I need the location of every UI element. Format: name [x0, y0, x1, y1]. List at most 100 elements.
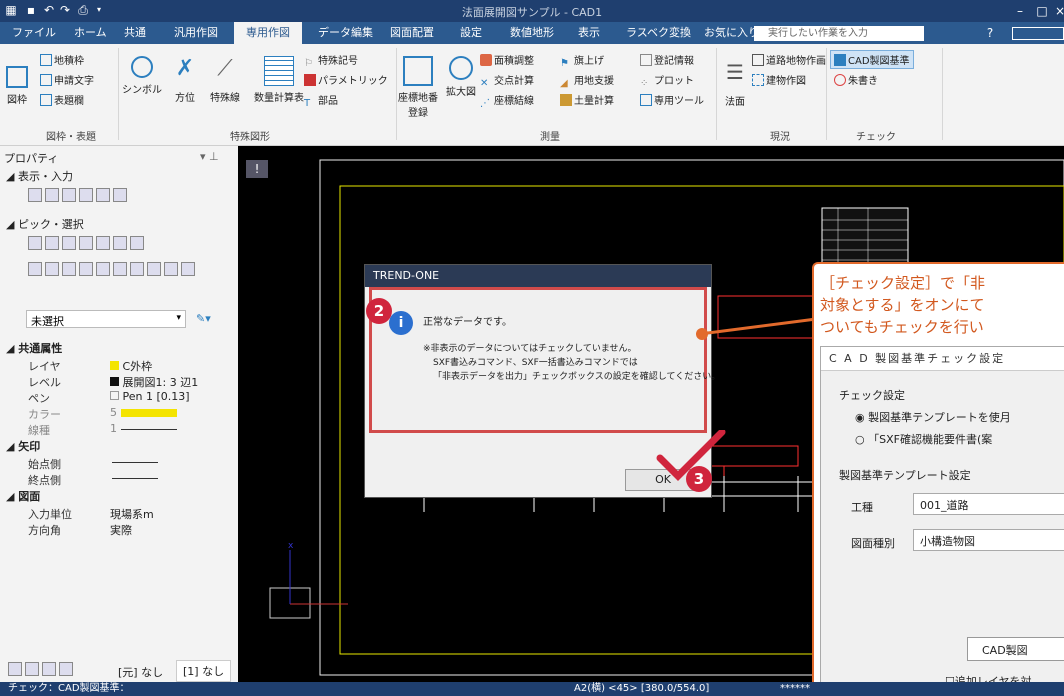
pen-icon[interactable]	[113, 188, 127, 202]
plot-button[interactable]: ⁘ プロット	[640, 72, 694, 90]
toki-button[interactable]: 登記情報	[640, 52, 694, 67]
section-common[interactable]: ◢ 共通属性	[6, 340, 62, 356]
search-input[interactable]: 実行したい作業を入力	[754, 26, 924, 41]
panel-pin-icon[interactable]: ▾ ⊥	[200, 150, 219, 163]
parametric-button[interactable]: パラメトリック	[304, 72, 388, 87]
houi-button[interactable]: ✗ 方位	[170, 56, 200, 104]
menu-home[interactable]: ホーム	[68, 22, 113, 44]
menu-settings[interactable]: 設定	[454, 22, 488, 44]
pick-toolbar-1[interactable]	[28, 236, 147, 250]
selection-dropdown[interactable]: 未選択 ▾	[26, 310, 186, 328]
menu-file[interactable]: ファイル	[6, 22, 62, 44]
radio-template[interactable]: ◉ 製図基準テンプレートを使月	[855, 409, 1011, 425]
select-icon[interactable]	[79, 262, 93, 276]
measure-icon[interactable]	[96, 188, 110, 202]
dosuryo-button[interactable]: 土量計算	[560, 92, 614, 107]
pick-icon[interactable]	[62, 236, 76, 250]
hyodai-button[interactable]: 表題欄	[40, 92, 84, 107]
tool-icon[interactable]	[28, 188, 42, 202]
select-icon[interactable]	[181, 262, 195, 276]
tool-icon[interactable]	[59, 662, 73, 676]
prop-value[interactable]: 5	[110, 406, 177, 419]
close-button[interactable]: ×	[1052, 4, 1064, 18]
arrow-line[interactable]	[112, 478, 158, 479]
senyo-tool-button[interactable]: 専用ツール	[640, 92, 704, 107]
tool-icon[interactable]	[25, 662, 39, 676]
select-icon[interactable]	[130, 262, 144, 276]
symbol-button[interactable]: シンボル	[122, 56, 162, 96]
layer-icon[interactable]	[79, 188, 93, 202]
section-display[interactable]: ◢ 表示・入力	[6, 168, 73, 184]
display-toolbar[interactable]	[28, 188, 130, 202]
select-icon[interactable]	[113, 262, 127, 276]
prop-value[interactable]: 展開図1: 3 辺1	[110, 374, 198, 390]
doro-button[interactable]: 道路地物作画	[752, 52, 826, 67]
pick-icon[interactable]	[130, 236, 144, 250]
bottom-toolbar[interactable]	[8, 662, 76, 676]
chiseki-button[interactable]: 地積枠	[40, 52, 84, 67]
zahyo-kessen-button[interactable]: ⋰ 座標結線	[480, 92, 534, 110]
suryo-button[interactable]: 数量計算表	[254, 56, 304, 104]
select-icon[interactable]	[147, 262, 161, 276]
section-drawing[interactable]: ◢ 図面	[6, 488, 40, 504]
koten-button[interactable]: ✕ 交点計算	[480, 72, 534, 90]
koshu-dropdown[interactable]: 001_道路	[913, 493, 1064, 515]
menu-terrain[interactable]: 数値地形	[504, 22, 560, 44]
section-pick[interactable]: ◢ ピック・選択	[6, 216, 84, 232]
buhin-button[interactable]: T 部品	[304, 92, 338, 110]
prop-value[interactable]: 1	[110, 422, 177, 435]
tab-original[interactable]: [元] なし	[118, 664, 163, 680]
select-icon[interactable]	[45, 262, 59, 276]
pick-toolbar-2[interactable]	[28, 262, 198, 276]
tokushusen-button[interactable]: ⟋ 特殊線	[210, 56, 240, 104]
menu-common[interactable]: 共通	[118, 22, 152, 44]
menu-view[interactable]: 表示	[572, 22, 606, 44]
select-icon[interactable]	[96, 262, 110, 276]
menu-data-edit[interactable]: データ編集	[312, 22, 379, 44]
tool-icon[interactable]	[42, 662, 56, 676]
info-icon[interactable]: !	[246, 160, 268, 178]
yochi-button[interactable]: ◢ 用地支援	[560, 72, 614, 90]
section-arrow[interactable]: ◢ 矢印	[6, 438, 40, 454]
prop-value[interactable]: Pen 1 [0.13]	[110, 390, 190, 403]
tokushu-kigo-button[interactable]: ⚐ 特殊記号	[304, 52, 358, 70]
settings-icon[interactable]: ✎▾	[196, 312, 211, 325]
menu-special-draw[interactable]: 専用作図	[234, 22, 302, 44]
select-icon[interactable]	[28, 262, 42, 276]
menseki-button[interactable]: 面積調整	[480, 52, 534, 67]
snap-icon[interactable]	[62, 188, 76, 202]
zahyo-button[interactable]: 座標地番 登録	[398, 56, 438, 119]
arrow-line[interactable]	[112, 462, 158, 463]
grid-icon[interactable]	[45, 188, 59, 202]
zuwaku-button[interactable]: 図枠	[6, 66, 28, 106]
tab-layer-1[interactable]: [1] なし	[176, 660, 232, 682]
shugaki-button[interactable]: 朱書き	[834, 72, 878, 87]
help-icon[interactable]: ?	[982, 26, 998, 40]
pick-icon[interactable]	[79, 236, 93, 250]
cad-template-button[interactable]: CAD製図	[967, 637, 1064, 661]
menu-layout[interactable]: 図面配置	[384, 22, 440, 44]
menu-general-draw[interactable]: 汎用作図	[168, 22, 224, 44]
prop-value[interactable]: C外枠	[110, 358, 152, 374]
tatemono-button[interactable]: 建物作図	[752, 72, 806, 87]
select-icon[interactable]	[164, 262, 178, 276]
radio-sxf[interactable]: ○ 「SXF確認機能要件書(案	[855, 431, 992, 447]
tool-icon[interactable]	[8, 662, 22, 676]
pick-icon[interactable]	[113, 236, 127, 250]
pick-icon[interactable]	[96, 236, 110, 250]
minimize-button[interactable]: –	[1012, 4, 1028, 18]
prop-value[interactable]: 実際	[110, 522, 132, 538]
hataage-button[interactable]: ⚑ 旗上げ	[560, 52, 604, 70]
norimen-button[interactable]: ☰ 法面	[720, 60, 750, 108]
prop-value[interactable]: 現場系m	[110, 506, 154, 522]
zumen-dropdown[interactable]: 小構造物図	[913, 529, 1064, 551]
kakudai-button[interactable]: 拡大図	[446, 56, 476, 98]
account-box[interactable]	[1012, 27, 1064, 40]
pick-icon[interactable]	[45, 236, 59, 250]
cad-seizu-button[interactable]: CAD製図基準	[830, 50, 914, 69]
pick-icon[interactable]	[28, 236, 42, 250]
maximize-button[interactable]: □	[1034, 4, 1050, 18]
select-icon[interactable]	[62, 262, 76, 276]
shinsei-button[interactable]: 申請文字	[40, 72, 94, 87]
menu-rasvec[interactable]: ラスベク変換	[620, 22, 697, 44]
